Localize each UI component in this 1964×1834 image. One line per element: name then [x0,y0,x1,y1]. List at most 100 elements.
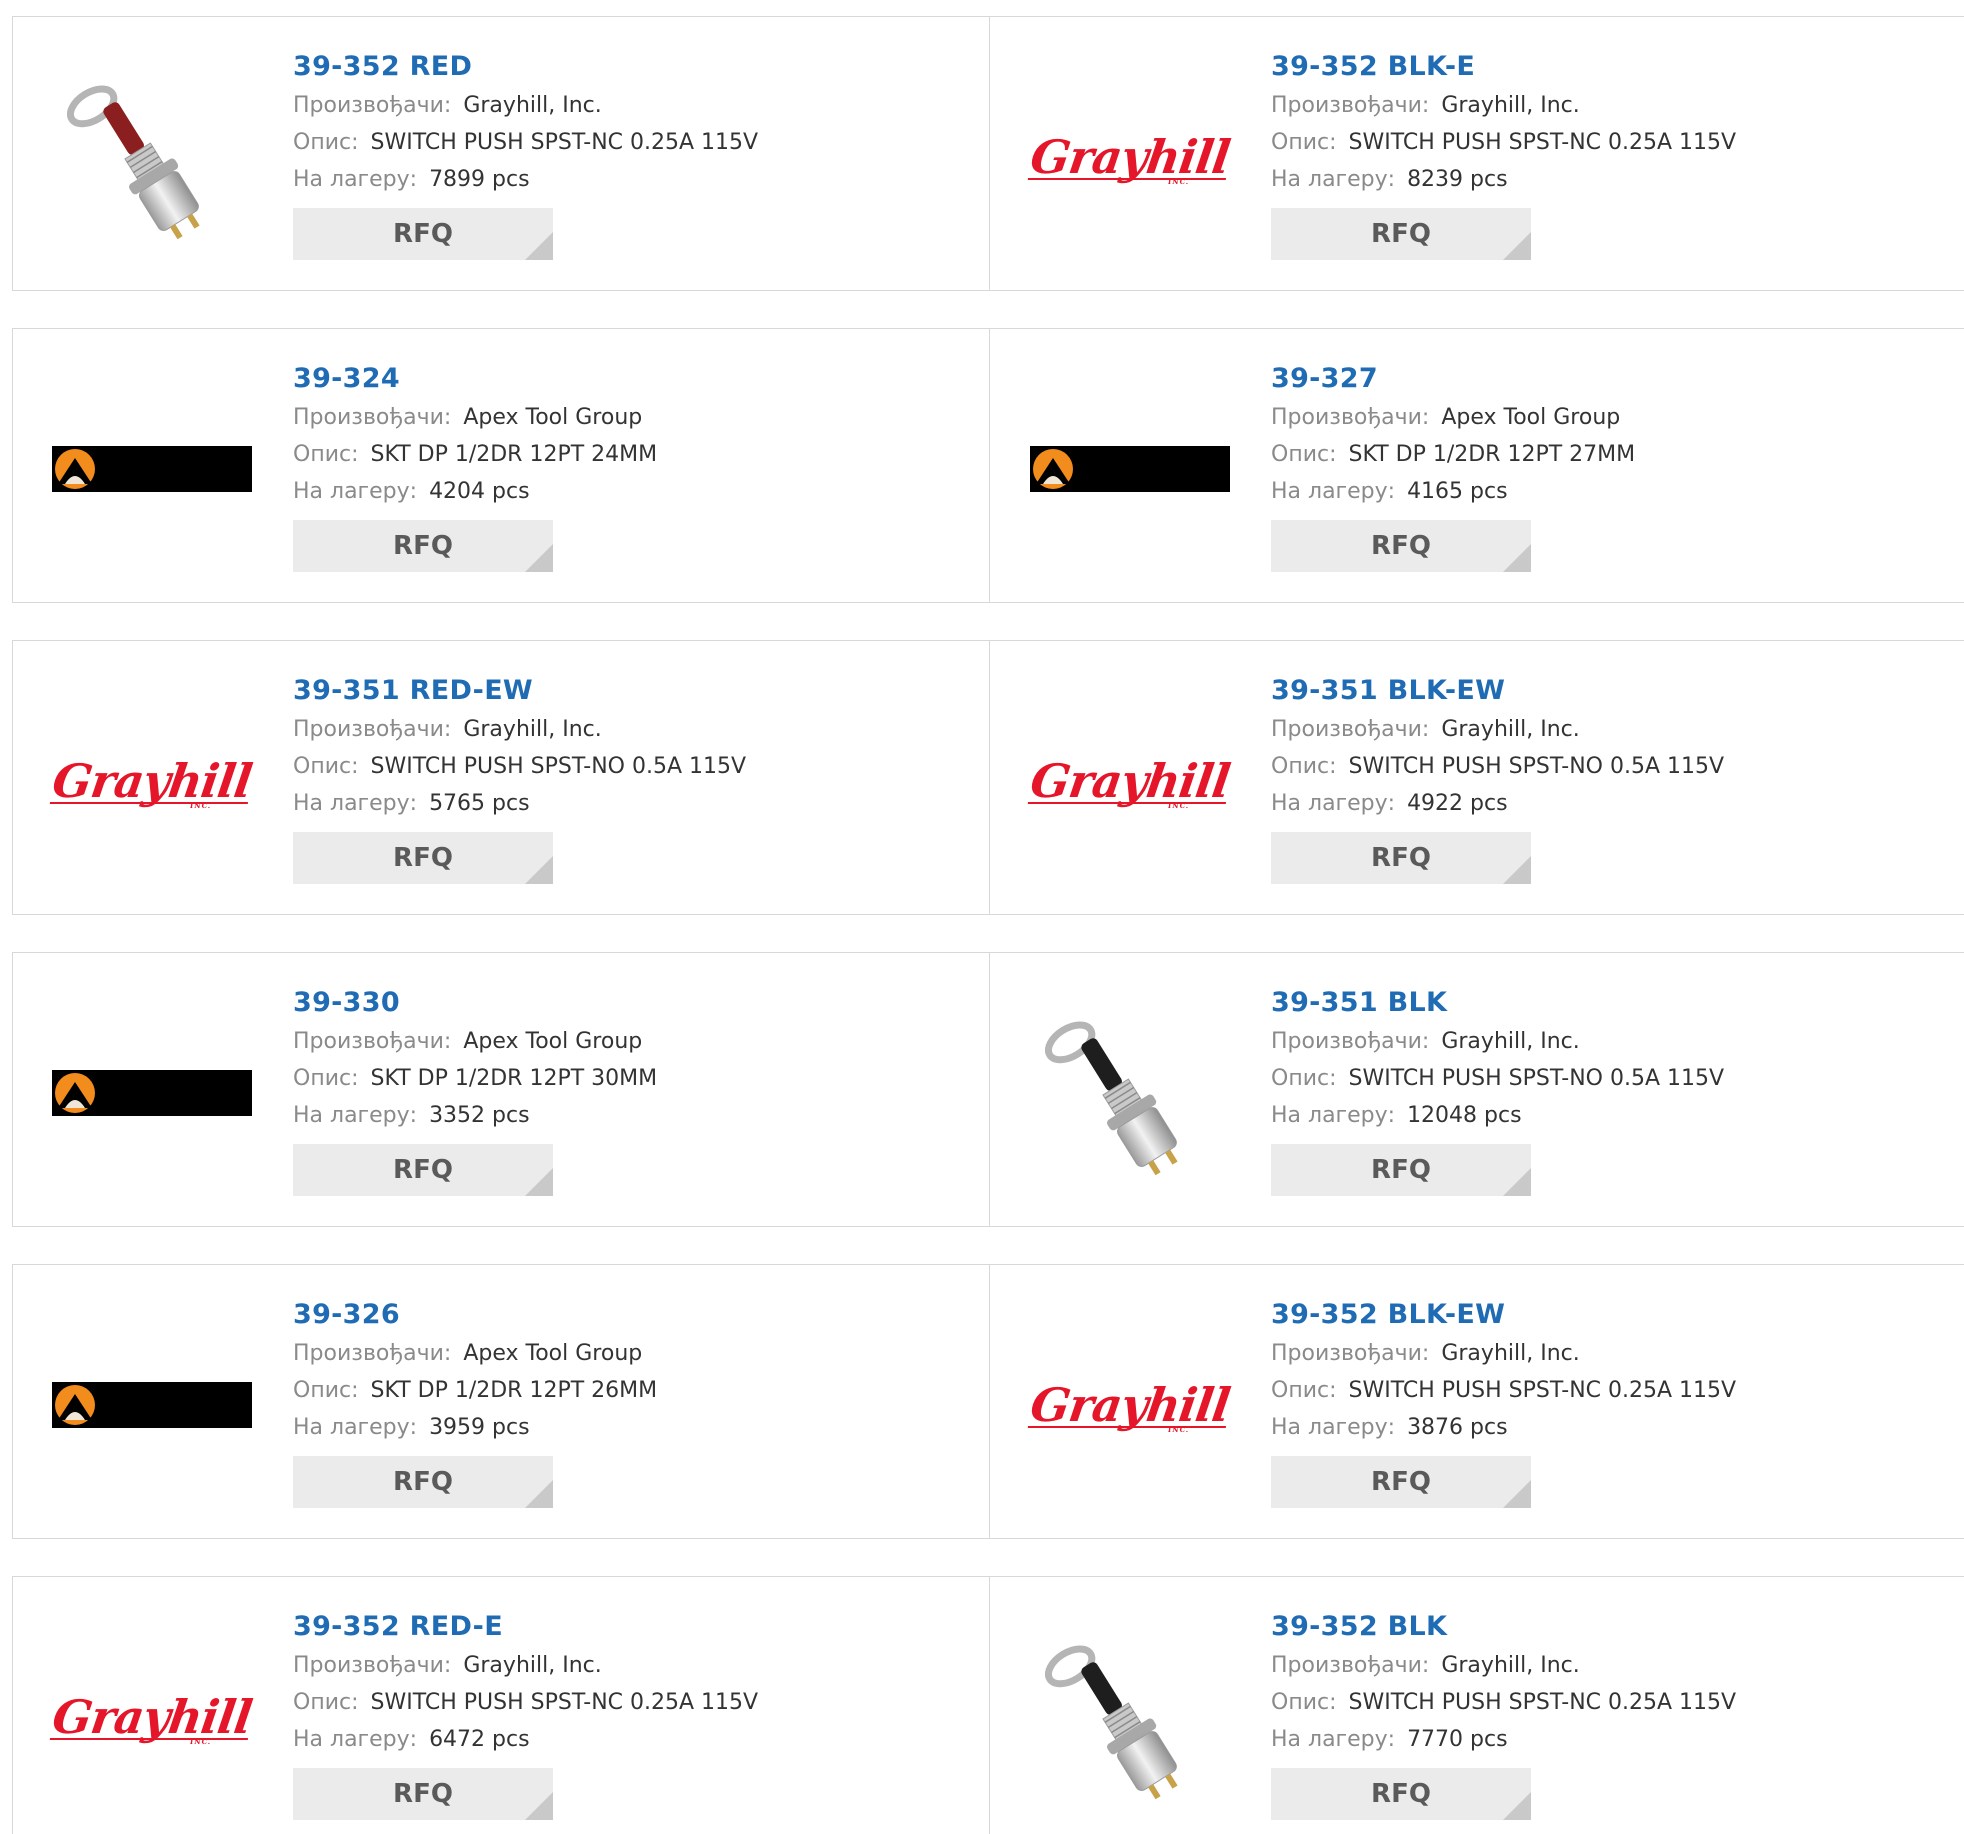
rfq-button[interactable]: RFQ [293,1144,553,1196]
manufacturer-label: Произвођачи: [1271,1029,1430,1054]
grayhill-logo: Grayhill INC. [1027,130,1233,186]
manufacturer-value: Apex Tool Group [463,405,643,430]
product-thumbnail[interactable] [52,57,252,257]
product-thumbnail[interactable]: Grayhill INC. [49,1617,255,1817]
rfq-button-label: RFQ [1371,1779,1431,1809]
stock-label: На лагеру: [293,1415,418,1440]
product-info: 39-352 RED Произвођачи: Grayhill, Inc. Оп… [293,47,758,260]
stock-line: На лагеру: 4165 pcs [1271,473,1635,510]
rfq-button[interactable]: RFQ [1271,1768,1531,1820]
stock-line: На лагеру: 3352 pcs [293,1097,657,1134]
manufacturer-line: Произвођачи: Grayhill, Inc. [1271,1647,1736,1684]
stock-value: 6472 pcs [429,1727,530,1752]
description-line: Опис: SKT DP 1/2DR 12PT 27MM [1271,436,1635,473]
product-part-link[interactable]: 39-352 BLK [1271,1607,1736,1647]
product-part-link[interactable]: 39-352 RED [293,47,758,87]
product-card: 39-326 Произвођачи: Apex Tool Group Опис:… [12,1265,990,1538]
product-card: 39-324 Произвођачи: Apex Tool Group Опис:… [12,329,990,602]
product-part-link[interactable]: 39-352 BLK-EW [1271,1295,1736,1335]
rfq-button[interactable]: RFQ [293,1768,553,1820]
stock-label: На лагеру: [1271,1727,1396,1752]
product-part-link[interactable]: 39-351 BLK [1271,983,1724,1023]
description-line: Опис: SWITCH PUSH SPST-NO 0.5A 115V [293,748,746,785]
stock-value: 4204 pcs [429,479,530,504]
description-label: Опис: [1271,442,1337,467]
description-label: Опис: [1271,130,1337,155]
stock-line: На лагеру: 7770 pcs [1271,1721,1736,1758]
description-label: Опис: [293,1066,359,1091]
description-line: Опис: SWITCH PUSH SPST-NC 0.25A 115V [1271,1372,1736,1409]
description-value: SKT DP 1/2DR 12PT 24MM [370,442,658,467]
product-part-link[interactable]: 39-330 [293,983,657,1023]
product-thumbnail[interactable]: Grayhill INC. [1027,1305,1233,1505]
stock-line: На лагеру: 8239 pcs [1271,161,1736,198]
stock-line: На лагеру: 7899 pcs [293,161,758,198]
manufacturer-value: Grayhill, Inc. [463,717,602,742]
stock-label: На лагеру: [293,1727,418,1752]
rfq-button[interactable]: RFQ [293,520,553,572]
manufacturer-label: Произвођачи: [293,1029,452,1054]
product-card: 39-327 Произвођачи: Apex Tool Group Опис:… [990,329,1964,602]
product-card: Grayhill INC. 39-352 BLK-EW Произвођачи: G… [990,1265,1964,1538]
product-thumbnail[interactable] [52,369,252,569]
description-line: Опис: SKT DP 1/2DR 12PT 26MM [293,1372,657,1409]
stock-value: 5765 pcs [429,791,530,816]
product-thumbnail[interactable]: Grayhill INC. [49,681,255,881]
manufacturer-line: Произвођачи: Apex Tool Group [293,1023,657,1060]
manufacturer-value: Grayhill, Inc. [1441,1653,1580,1678]
product-part-link[interactable]: 39-326 [293,1295,657,1335]
manufacturer-line: Произвођачи: Grayhill, Inc. [1271,711,1724,748]
product-row: 39-330 Произвођачи: Apex Tool Group Опис:… [12,952,1964,1227]
corner-triangle-icon [525,1480,553,1508]
product-card: Grayhill INC. 39-351 RED-EW Произвођачи: G… [12,641,990,914]
manufacturer-line: Произвођачи: Grayhill, Inc. [293,711,746,748]
stock-label: На лагеру: [293,1103,418,1128]
product-photo [1044,1620,1215,1814]
rfq-button[interactable]: RFQ [1271,832,1531,884]
description-label: Опис: [1271,1378,1337,1403]
rfq-button[interactable]: RFQ [1271,1456,1531,1508]
rfq-button[interactable]: RFQ [1271,520,1531,572]
corner-triangle-icon [1503,1792,1531,1820]
stock-label: На лагеру: [293,167,418,192]
stock-label: На лагеру: [1271,1103,1396,1128]
rfq-button[interactable]: RFQ [1271,1144,1531,1196]
product-info: 39-352 BLK Произвођачи: Grayhill, Inc. Оп… [1271,1607,1736,1820]
product-card: 39-330 Произвођачи: Apex Tool Group Опис:… [12,953,990,1226]
product-thumbnail[interactable]: Grayhill INC. [1027,681,1233,881]
manufacturer-label: Произвођачи: [1271,1653,1430,1678]
manufacturer-value: Grayhill, Inc. [1441,1029,1580,1054]
product-thumbnail[interactable]: Grayhill INC. [1027,57,1233,257]
rfq-button[interactable]: RFQ [293,1456,553,1508]
product-part-link[interactable]: 39-327 [1271,359,1635,399]
description-value: SWITCH PUSH SPST-NO 0.5A 115V [370,754,747,779]
product-thumbnail[interactable] [1030,369,1230,569]
description-line: Опис: SKT DP 1/2DR 12PT 30MM [293,1060,657,1097]
manufacturer-line: Произвођачи: Apex Tool Group [293,1335,657,1372]
product-part-link[interactable]: 39-351 BLK-EW [1271,671,1724,711]
rfq-button-label: RFQ [1371,219,1431,249]
rfq-button-label: RFQ [1371,531,1431,561]
product-thumbnail[interactable] [52,1305,252,1505]
product-thumbnail[interactable] [1030,1617,1230,1817]
product-part-link[interactable]: 39-351 RED-EW [293,671,746,711]
rfq-button-label: RFQ [393,843,453,873]
product-row: Grayhill INC. 39-351 RED-EW Произвођачи: G… [12,640,1964,915]
product-row: 39-326 Произвођачи: Apex Tool Group Опис:… [12,1264,1964,1539]
product-list: 39-352 RED Произвођачи: Grayhill, Inc. Оп… [0,0,1964,1834]
product-part-link[interactable]: 39-352 RED-E [293,1607,758,1647]
rfq-button[interactable]: RFQ [293,832,553,884]
rfq-button[interactable]: RFQ [293,208,553,260]
corner-triangle-icon [525,232,553,260]
product-thumbnail[interactable] [1030,993,1230,1193]
product-part-link[interactable]: 39-352 BLK-E [1271,47,1736,87]
rfq-button[interactable]: RFQ [1271,208,1531,260]
product-thumbnail[interactable] [52,993,252,1193]
description-value: SKT DP 1/2DR 12PT 27MM [1348,442,1636,467]
corner-triangle-icon [1503,856,1531,884]
apex-tool-group-logo [52,1070,252,1116]
description-line: Опис: SWITCH PUSH SPST-NO 0.5A 115V [1271,748,1724,785]
manufacturer-label: Произвођачи: [293,405,452,430]
product-part-link[interactable]: 39-324 [293,359,657,399]
corner-triangle-icon [525,856,553,884]
